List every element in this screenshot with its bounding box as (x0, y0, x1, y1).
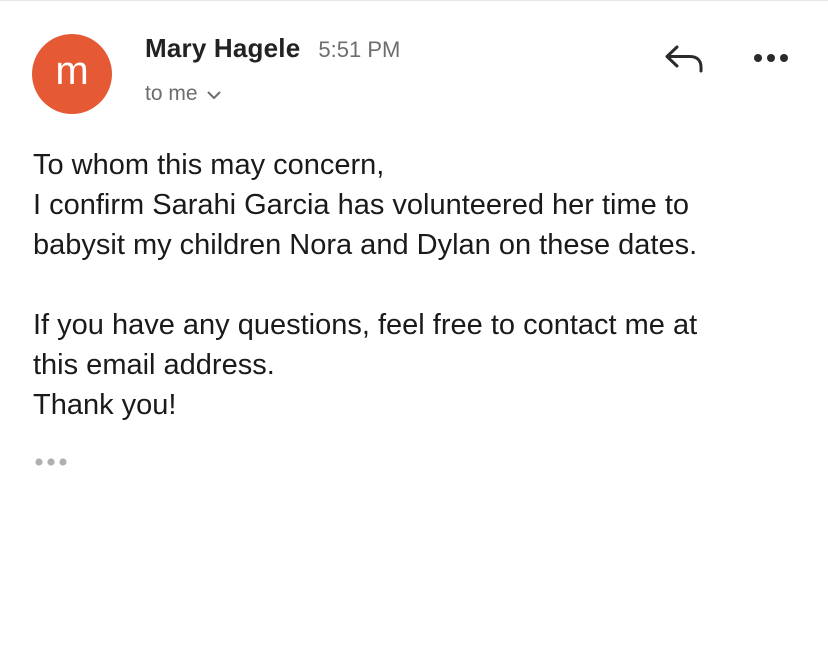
more-options-button[interactable] (750, 44, 794, 72)
chevron-down-icon (207, 91, 221, 99)
message-greeting: To whom this may concern, (33, 149, 385, 181)
more-horizontal-icon (754, 54, 788, 62)
message-body: To whom this may concern, I confirm Sara… (33, 145, 813, 425)
message-line: If you have any questions, feel free to … (33, 309, 698, 341)
reply-icon (665, 45, 703, 73)
sender-name[interactable]: Mary Hagele (145, 33, 300, 64)
sender-header: Mary Hagele 5:51 PM (145, 33, 400, 64)
sent-time: 5:51 PM (318, 37, 401, 62)
message-line: this email address. (33, 349, 275, 381)
message-line: I confirm Sarahi Garcia has volunteered … (33, 189, 690, 221)
message-line: babysit my children Nora and Dylan on th… (33, 229, 698, 261)
reply-button[interactable] (662, 40, 706, 78)
message-closing: Thank you! (33, 389, 177, 421)
recipient-label: to me (145, 82, 198, 105)
more-horizontal-icon (35, 458, 67, 466)
show-trimmed-content-button[interactable] (33, 452, 73, 472)
recipient-details-toggle[interactable]: to me (145, 82, 221, 106)
sender-avatar[interactable]: m (32, 34, 112, 114)
avatar-letter: m (55, 49, 89, 93)
top-divider (0, 0, 828, 1)
